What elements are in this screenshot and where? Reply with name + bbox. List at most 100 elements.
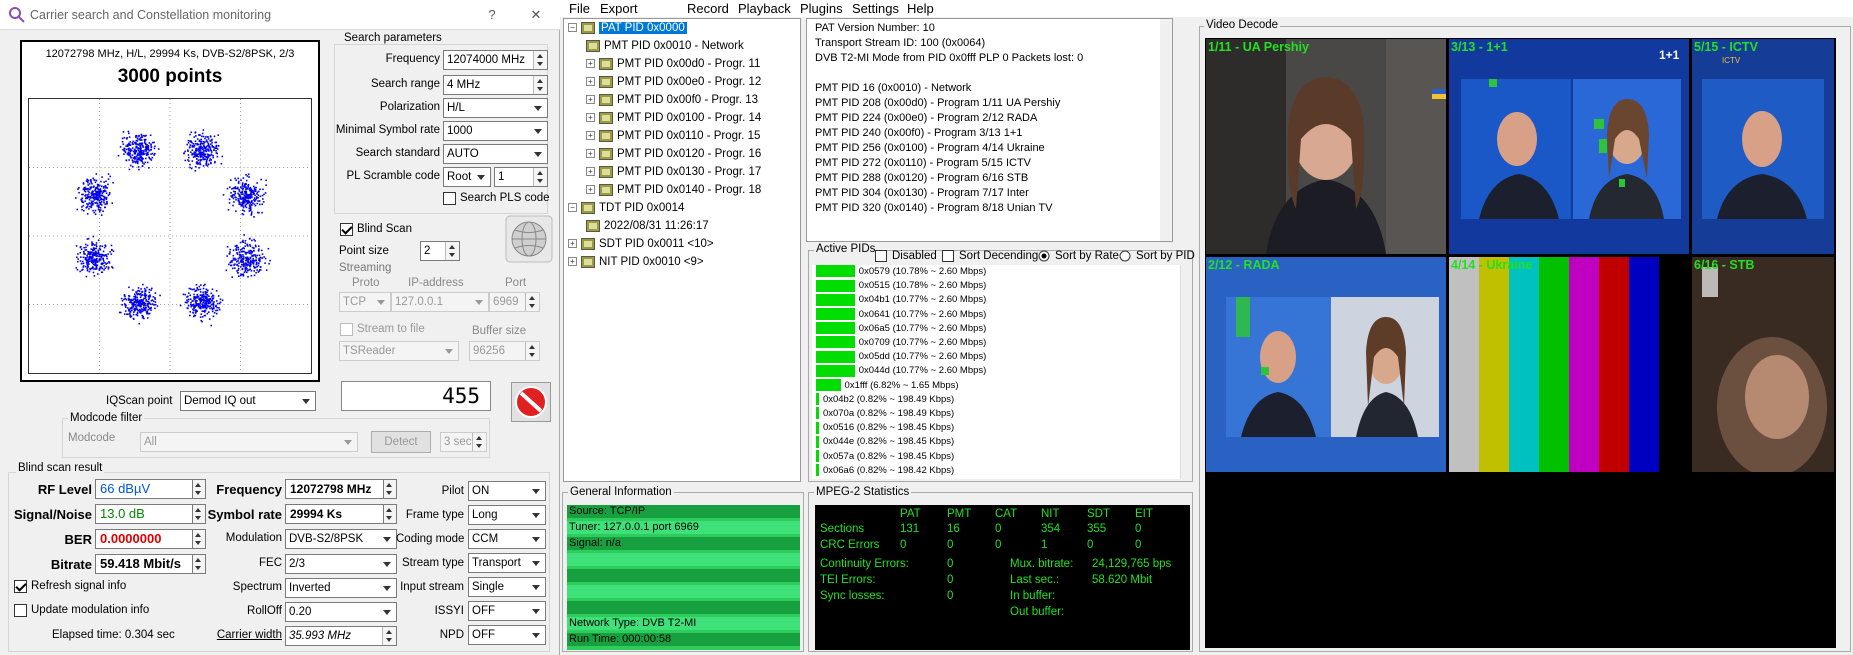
stream-type-select[interactable]: Transport	[468, 553, 546, 573]
sort-pid-radio[interactable]	[1119, 250, 1131, 262]
tree-nit[interactable]: + NIT PID 0x0010 <9>	[568, 254, 704, 271]
disabled-checkbox[interactable]	[875, 250, 887, 262]
tree-pmt[interactable]: + PMT PID 0x0140 - Progr. 18	[586, 182, 761, 199]
pat-info-scrollbar[interactable]	[1160, 19, 1172, 241]
reader-select[interactable]: TSReader	[339, 341, 459, 361]
point-size-input[interactable]: 2	[420, 241, 460, 261]
active-pid-row[interactable]: 0x044d (10.77% ~ 2.60 Mbps)	[816, 364, 986, 378]
carrier-width-input[interactable]: 35.993 MHz	[285, 626, 397, 646]
sort-descending-checkbox[interactable]	[942, 250, 954, 262]
active-pid-row[interactable]: 0x057a (0.82% ~ 198.45 Kbps)	[816, 450, 954, 464]
pl-scramble-code-input[interactable]: 1	[494, 167, 548, 187]
proto-select[interactable]: TCP	[339, 292, 391, 312]
video-scrollbar[interactable]	[1837, 38, 1849, 648]
sections-cat: 0	[995, 523, 1002, 535]
spectrum-select[interactable]: Inverted	[285, 578, 397, 598]
active-pid-row[interactable]: 0x06a5 (10.77% ~ 2.60 Mbps)	[816, 322, 986, 336]
update-modulation-checkbox[interactable]	[14, 604, 27, 617]
tree-pmt[interactable]: + PMT PID 0x0120 - Progr. 16	[586, 146, 761, 163]
npd-select[interactable]: OFF	[468, 625, 546, 645]
tree-tdt-time[interactable]: 2022/08/31 11:26:17	[586, 218, 709, 235]
video-tile-6[interactable]: 6/16 - STB	[1692, 257, 1834, 472]
tree-tdt[interactable]: − TDT PID 0x0014	[568, 200, 684, 217]
pilot-select[interactable]: ON	[468, 481, 546, 501]
tree-pat[interactable]: − PAT PID 0x0000	[568, 20, 687, 37]
video-tile-1[interactable]: 1/11 - UA Pershiy	[1206, 39, 1446, 254]
modcode-select[interactable]: All	[140, 432, 358, 452]
active-pid-row[interactable]: 0x05dd (10.77% ~ 2.60 Mbps)	[816, 350, 986, 364]
active-pids-list[interactable]: 0x0579 (10.78% ~ 2.60 Mbps) 0x0515 (10.78…	[812, 265, 1180, 479]
active-pid-row[interactable]: 0x0709 (10.77% ~ 2.60 Mbps)	[816, 336, 986, 350]
tv-icon	[599, 111, 613, 124]
active-pid-row[interactable]: 0x0641 (10.77% ~ 2.60 Mbps)	[816, 308, 986, 322]
rf-level-spin[interactable]	[192, 479, 206, 499]
menu-export[interactable]: Export	[600, 0, 638, 17]
menu-settings[interactable]: Settings	[852, 0, 899, 17]
globe-icon[interactable]	[505, 215, 553, 263]
port-input[interactable]: 6969	[489, 292, 540, 312]
active-pid-row[interactable]: 0x0515 (10.78% ~ 2.60 Mbps)	[816, 279, 986, 293]
refresh-signal-checkbox[interactable]	[14, 580, 27, 593]
tree-pmt[interactable]: PMT PID 0x0010 - Network	[586, 38, 744, 55]
active-pid-row[interactable]: 0x070a (0.82% ~ 198.49 Kbps)	[816, 407, 954, 421]
menu-playback[interactable]: Playback	[738, 0, 791, 17]
polarization-select[interactable]: H/L	[443, 98, 548, 118]
video-tile-3[interactable]: ICTV 5/15 - ICTV	[1692, 39, 1834, 254]
active-pids-scrollbar[interactable]	[1180, 265, 1192, 479]
menu-help[interactable]: Help	[907, 0, 934, 17]
continuity-label: Continuity Errors:	[820, 558, 909, 570]
sort-rate-radio[interactable]	[1038, 250, 1050, 262]
active-pid-row[interactable]: 0x04b1 (10.77% ~ 2.60 Mbps)	[816, 293, 986, 307]
buffer-size-input[interactable]: 96256	[469, 341, 540, 361]
video-tile-4[interactable]: 2/12 - RADA	[1206, 257, 1446, 472]
detect-interval-input[interactable]: 3 sec	[440, 432, 487, 452]
iqscan-point-select[interactable]: Demod IQ out	[180, 391, 316, 411]
ip-address-select[interactable]: 127.0.0.1	[391, 292, 489, 312]
help-button[interactable]: ?	[478, 4, 506, 26]
result-frequency-spin[interactable]	[383, 479, 397, 499]
stream-to-file-checkbox[interactable]	[340, 323, 353, 336]
active-pid-row[interactable]: 0x06a6 (0.82% ~ 198.42 Kbps)	[816, 464, 954, 478]
min-symbol-rate-select[interactable]: 1000	[443, 121, 548, 141]
input-stream-select[interactable]: Single	[468, 577, 546, 597]
video-tile-2[interactable]: 1+1 3/13 - 1+1	[1449, 39, 1689, 254]
tree-pmt[interactable]: + PMT PID 0x0110 - Progr. 15	[586, 128, 760, 145]
menu-plugins[interactable]: Plugins	[800, 0, 843, 17]
search-pls-checkbox[interactable]	[443, 192, 456, 205]
menu-file[interactable]: File	[569, 0, 590, 17]
active-pid-row[interactable]: 0x0579 (10.78% ~ 2.60 Mbps)	[816, 265, 986, 279]
active-pid-row[interactable]: 0x0516 (0.82% ~ 198.45 Kbps)	[816, 421, 954, 435]
result-frequency-label: Frequency	[216, 482, 282, 497]
tree-pmt[interactable]: + PMT PID 0x00d0 - Progr. 11	[586, 56, 760, 73]
tree-pmt[interactable]: + PMT PID 0x00e0 - Progr. 12	[586, 74, 761, 91]
symbol-rate-spin[interactable]	[383, 504, 397, 524]
issyi-select[interactable]: OFF	[468, 601, 546, 621]
menu-record[interactable]: Record	[687, 0, 729, 17]
pid-rate-bar	[816, 279, 855, 292]
detect-button[interactable]: Detect	[371, 431, 431, 453]
search-range-input[interactable]: 4 MHz	[443, 75, 548, 95]
stop-icon[interactable]	[511, 382, 551, 422]
video-tile-5[interactable]: 4/14 - Ukraine	[1449, 257, 1689, 472]
bitrate-spin[interactable]	[192, 554, 206, 574]
ber-spin[interactable]	[192, 529, 206, 549]
blind-scan-checkbox[interactable]	[340, 223, 353, 236]
modulation-select[interactable]: DVB-S2/8PSK	[285, 529, 397, 549]
coding-mode-select[interactable]: CCM	[468, 529, 546, 549]
tree-pmt[interactable]: + PMT PID 0x0100 - Progr. 14	[586, 110, 761, 127]
signal-noise-spin[interactable]	[192, 504, 206, 524]
fec-select[interactable]: 2/3	[285, 554, 397, 574]
tree-pmt[interactable]: + PMT PID 0x00f0 - Progr. 13	[586, 92, 758, 109]
pl-scramble-type-select[interactable]: Root	[443, 167, 491, 187]
tree-pmt[interactable]: + PMT PID 0x0130 - Progr. 17	[586, 164, 761, 181]
rolloff-select[interactable]: 0.20	[285, 602, 397, 622]
search-standard-select[interactable]: AUTO	[443, 144, 548, 164]
tree-sdt[interactable]: + SDT PID 0x0011 <10>	[568, 236, 714, 253]
active-pid-row[interactable]: 0x1fff (6.82% ~ 1.65 Mbps)	[816, 379, 959, 393]
close-button[interactable]: ✕	[522, 4, 550, 26]
bitrate-label: Bitrate	[50, 557, 92, 572]
frequency-input[interactable]: 12074000 MHz	[443, 50, 548, 70]
frame-type-select[interactable]: Long	[468, 505, 546, 525]
active-pid-row[interactable]: 0x04b2 (0.82% ~ 198.49 Kbps)	[816, 393, 954, 407]
active-pid-row[interactable]: 0x044e (0.82% ~ 198.45 Kbps)	[816, 435, 954, 449]
